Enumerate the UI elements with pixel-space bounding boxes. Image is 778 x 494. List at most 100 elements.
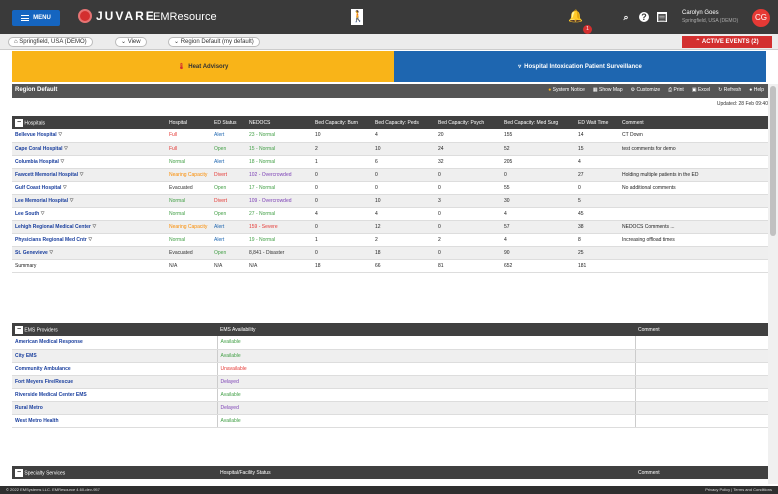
ems-provider-name[interactable]: Riverside Medical Center EMS — [15, 392, 87, 398]
table-cell: 23 - Normal — [246, 129, 312, 143]
table-cell: No additional comments — [619, 181, 768, 195]
tool-help[interactable]: ● Help — [749, 87, 764, 93]
tab-heat-advisory[interactable]: 🌡 Heat Advisory — [12, 51, 394, 82]
table-cell: West Metro Health — [12, 414, 217, 428]
table-row[interactable]: Columbia Hospital ⛛ Normal Alert 18 - Norma… — [12, 155, 768, 169]
table-row[interactable]: Lee South ⛛ Normal Open 27 - Normal 4 4 0 4 45 — [12, 207, 768, 221]
table-row[interactable]: Fort Meyers Fire/Rescue Delayed — [12, 375, 768, 389]
collapse-icon[interactable]: − — [15, 468, 23, 477]
table-row[interactable]: Fawcett Memorial Hospital ⛛ Nearing Capac… — [12, 168, 768, 182]
cell-value: CT Down — [622, 132, 643, 139]
hospital-name[interactable]: Physicians Regional Med Cntr — [15, 237, 87, 243]
footer-links[interactable]: Privacy Policy | Terms and Conditions — [705, 486, 772, 494]
tool-refresh[interactable]: ↻ Refresh — [718, 87, 741, 93]
menu-button[interactable]: MENU — [12, 10, 60, 26]
tool-excel[interactable]: ▣ Excel — [692, 87, 710, 93]
cell-value: Nearing Capacity — [169, 171, 208, 178]
scrollbar-thumb[interactable] — [770, 86, 776, 236]
hospital-name[interactable]: Lee South — [15, 211, 39, 217]
default-view-chip[interactable]: ⌄ Region Default (my default) — [168, 37, 260, 47]
evacuation-icon[interactable]: 🚶 — [351, 9, 365, 25]
table-cell: Cape Coral Hospital ⛛ — [12, 142, 166, 156]
table-row[interactable]: St. Genevieve ⛛ Evacuated Open 8,841 - Disa… — [12, 246, 768, 260]
trauma-icon: ⛛ — [61, 184, 67, 191]
table-row[interactable]: Lee Memorial Hospital ⛛ Normal Divert 109 -… — [12, 194, 768, 208]
ems-provider-name[interactable]: American Medical Response — [15, 339, 83, 345]
column-header-label: Bed Capacity: Med Surg — [504, 119, 559, 126]
table-cell — [619, 155, 768, 169]
help-icon[interactable]: ? — [639, 12, 649, 22]
cell-value: 0 — [438, 210, 441, 217]
hospital-name[interactable]: Bellevue Hospital — [15, 132, 57, 138]
table-cell: Fort Meyers Fire/Rescue — [12, 375, 217, 389]
table-cell: 4 — [372, 207, 435, 221]
cell-value: 0 — [438, 171, 441, 178]
table-row[interactable]: Gulf Coast Hospital ⛛ Evacuated Open 17 - N… — [12, 181, 768, 195]
column-header-label: Bed Capacity: Peds — [375, 119, 419, 126]
table-row[interactable]: Community Ambulance Unavailable — [12, 362, 768, 376]
table-cell: 4 — [372, 129, 435, 143]
thermometer-icon: 🌡 — [177, 64, 186, 70]
tool-show-map[interactable]: ▦ Show Map — [593, 87, 623, 93]
logo-text: JUVARE — [96, 9, 156, 23]
hospital-name[interactable]: St. Genevieve — [15, 250, 48, 256]
ems-provider-name[interactable]: City EMS — [15, 353, 37, 359]
hospital-name[interactable]: Lehigh Regional Medical Center — [15, 224, 91, 230]
table-row[interactable]: Rural Metro Delayed — [12, 401, 768, 415]
avatar[interactable]: CG — [752, 9, 770, 27]
table-row[interactable]: American Medical Response Available — [12, 336, 768, 350]
table-cell — [619, 207, 768, 221]
ems-provider-name[interactable]: Community Ambulance — [15, 366, 71, 372]
table-cell: 4 — [501, 207, 575, 221]
tool-label: Show Map — [599, 87, 623, 93]
trauma-icon: ⛛ — [86, 236, 93, 243]
tool-system-notice[interactable]: ● System Notice — [548, 87, 585, 93]
table-cell: Nearing Capacity — [166, 168, 211, 182]
table-row[interactable]: City EMS Available — [12, 349, 768, 363]
table-cell: Alert — [211, 129, 246, 143]
column-header: Comment — [635, 466, 768, 479]
bell-icon[interactable]: 🔔 — [568, 10, 583, 23]
table-row[interactable]: Cape Coral Hospital ⛛ Full Open 15 - Normal… — [12, 142, 768, 156]
table-row[interactable]: Summary N/A N/A N/A 18 66 81 652 181 — [12, 259, 768, 273]
dashboard-icon[interactable]: ▤ — [657, 12, 667, 22]
table-cell: Alert — [211, 220, 246, 234]
cell-value: 81 — [438, 262, 444, 269]
view-chip[interactable]: ⌄ View — [115, 37, 147, 47]
tool-print[interactable]: ⎙ Print — [668, 87, 684, 93]
active-events-button[interactable]: ⌃ ACTIVE EVENTS (2) — [682, 36, 772, 48]
table-cell — [619, 246, 768, 260]
user-info[interactable]: Carolyn Goes Springfield, USA (DEMO) — [682, 9, 738, 25]
collapse-icon[interactable]: − — [15, 325, 23, 334]
hospital-name[interactable]: Gulf Coast Hospital — [15, 185, 61, 191]
column-header: Bed Capacity: Med Surg — [501, 116, 575, 129]
table-cell: 45 — [575, 207, 619, 221]
region-chip[interactable]: ⌂ Springfield, USA (DEMO) — [8, 37, 93, 47]
trauma-icon: ⛛ — [47, 249, 54, 256]
table-row[interactable]: Bellevue Hospital ⛛ Full Alert 23 - Normal 1… — [12, 129, 768, 143]
ems-provider-name[interactable]: Rural Metro — [15, 405, 43, 411]
tool-label: Print — [673, 87, 684, 93]
table-cell: 0 — [435, 207, 501, 221]
tab-surveillance[interactable]: ▿ Hospital Intoxication Patient Surveilla… — [394, 51, 766, 82]
table-row[interactable]: Physicians Regional Med Cntr ⛛ Normal Aler… — [12, 233, 768, 247]
table-row[interactable]: Riverside Medical Center EMS Available — [12, 388, 768, 402]
table-cell: 0 — [575, 181, 619, 195]
column-header: ED Wait Time — [575, 116, 619, 129]
search-icon[interactable]: ⌕ — [621, 12, 631, 22]
tool-customize[interactable]: ⚙ Customize — [631, 87, 661, 93]
collapse-icon[interactable]: − — [15, 118, 23, 127]
table-row[interactable]: West Metro Health Available — [12, 414, 768, 428]
cell-value: Divert — [214, 197, 228, 204]
cell-value: Alert — [214, 158, 225, 165]
table-cell: 0 — [372, 168, 435, 182]
hospital-name[interactable]: Lee Memorial Hospital — [15, 198, 68, 204]
cell-value: 205 — [504, 158, 513, 165]
table-row[interactable]: Lehigh Regional Medical Center ⛛ Nearing … — [12, 220, 768, 234]
ems-provider-name[interactable]: Fort Meyers Fire/Rescue — [15, 379, 73, 385]
hospital-name[interactable]: Cape Coral Hospital — [15, 146, 63, 152]
ems-provider-name[interactable]: West Metro Health — [15, 418, 59, 424]
hospital-name[interactable]: Fawcett Memorial Hospital — [15, 172, 78, 178]
ems-header-row: − EMS Providers EMS Availability Comment — [12, 323, 768, 336]
hospital-name[interactable]: Columbia Hospital — [15, 159, 59, 165]
